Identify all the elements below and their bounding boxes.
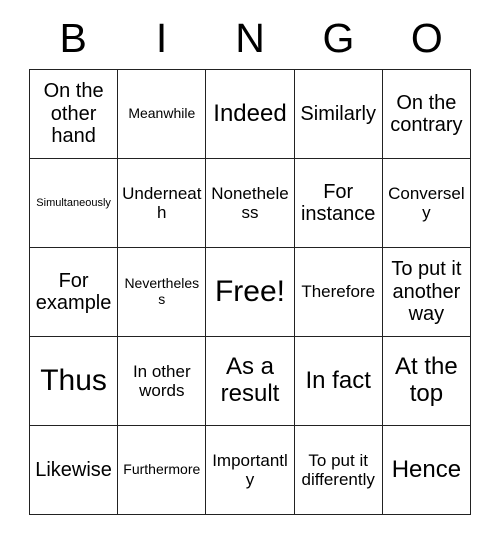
bingo-cell[interactable]: Free! xyxy=(206,248,295,337)
bingo-cell[interactable]: Nevertheless xyxy=(118,248,207,337)
bingo-cell[interactable]: Thus xyxy=(30,337,119,426)
header-letter-g: G xyxy=(322,15,355,61)
bingo-cell-label: Indeed xyxy=(213,99,287,127)
header-letter-o: O xyxy=(410,15,443,61)
bingo-cell-label: Similarly xyxy=(300,102,376,125)
bingo-cell-label: Conversely xyxy=(388,183,465,222)
bingo-cell[interactable]: Indeed xyxy=(206,70,295,159)
bingo-cell[interactable]: Therefore xyxy=(294,248,383,337)
bingo-cell-label: Underneath xyxy=(122,183,202,222)
bingo-cell[interactable]: Underneath xyxy=(118,159,207,248)
header-letter-b: B xyxy=(59,15,87,61)
bingo-cell-label: On the contrary xyxy=(390,91,463,136)
bingo-cell[interactable]: On the other hand xyxy=(30,70,119,159)
bingo-cell[interactable]: Conversely xyxy=(382,159,471,248)
bingo-cell-label: For example xyxy=(35,269,112,314)
bingo-cell[interactable]: Likewise xyxy=(30,426,119,515)
bingo-cell[interactable]: Simultaneously xyxy=(30,159,119,248)
bingo-cell-label: At the top xyxy=(395,353,458,407)
bingo-cell[interactable]: At the top xyxy=(382,337,471,426)
header-letter-n: N xyxy=(235,15,265,61)
bingo-cell-label: Hence xyxy=(391,455,462,483)
bingo-cell[interactable]: To put it another way xyxy=(382,248,471,337)
bingo-cell[interactable]: In other words xyxy=(118,337,207,426)
bingo-cell-label: Thus xyxy=(40,364,107,398)
bingo-cell[interactable]: Importantly xyxy=(206,426,295,515)
bingo-cell[interactable]: For instance xyxy=(294,159,383,248)
bingo-cell[interactable]: Furthermore xyxy=(118,426,207,515)
bingo-cell-label: In other words xyxy=(132,361,191,400)
bingo-cell[interactable]: For example xyxy=(30,248,119,337)
bingo-cell[interactable]: In fact xyxy=(294,337,383,426)
bingo-cell[interactable]: On the contrary xyxy=(382,70,471,159)
bingo-cell-label: In fact xyxy=(305,366,371,394)
bingo-cell-label: Free! xyxy=(214,275,285,309)
bingo-cell-label: Simultaneously xyxy=(36,196,111,209)
bingo-cell-label: Likewise xyxy=(35,458,112,481)
bingo-cell-label: To put it differently xyxy=(301,450,375,489)
bingo-cell-label: Nevertheless xyxy=(124,275,200,307)
bingo-cell-label: Nonetheless xyxy=(211,183,289,222)
bingo-cell[interactable]: Similarly xyxy=(294,70,383,159)
bingo-grid: On the other hand Meanwhile Indeed Similarl… xyxy=(29,69,471,515)
bingo-cell-label: For instance xyxy=(300,180,376,225)
bingo-cell-label: Furthermore xyxy=(123,461,201,478)
header-letter-i: I xyxy=(155,15,168,61)
bingo-cell-label: As a result xyxy=(220,353,280,407)
bingo-cell[interactable]: Nonetheless xyxy=(206,159,295,248)
bingo-cell[interactable]: To put it differently xyxy=(294,426,383,515)
bingo-header: B I N G O xyxy=(29,8,471,69)
bingo-cell-label: To put it another way xyxy=(391,258,462,326)
bingo-cell[interactable]: Meanwhile xyxy=(118,70,207,159)
bingo-cell-label: Therefore xyxy=(301,282,376,302)
bingo-cell-label: Meanwhile xyxy=(128,105,196,122)
bingo-cell[interactable]: As a result xyxy=(206,337,295,426)
bingo-card: B I N G O On the other hand Meanwhile Inde… xyxy=(29,8,471,515)
bingo-cell-label: On the other hand xyxy=(43,80,104,148)
bingo-cell[interactable]: Hence xyxy=(382,426,471,515)
bingo-cell-label: Importantly xyxy=(212,450,288,489)
